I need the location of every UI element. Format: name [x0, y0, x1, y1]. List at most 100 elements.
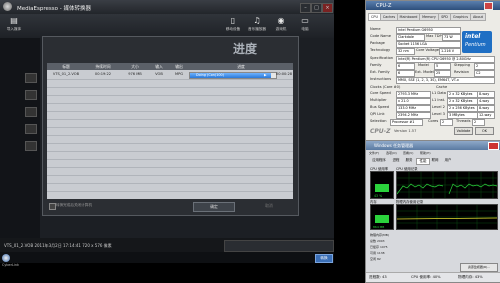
row-divider	[47, 159, 293, 160]
media-thumbnail[interactable]	[25, 124, 37, 134]
processor-select[interactable]: Processor #1	[390, 119, 423, 126]
label-package: Package	[370, 41, 385, 45]
game-console-icon: ◉	[277, 16, 285, 25]
menu-view[interactable]: 查看(V)	[403, 151, 413, 155]
close-button[interactable]: ×	[322, 3, 333, 13]
label-technology: Technology	[370, 48, 391, 52]
dialog-title: 进度	[233, 42, 258, 56]
stat-line: 可用 1138	[370, 251, 385, 255]
media-thumbnail[interactable]	[25, 107, 37, 117]
convert-button[interactable]: 转换	[315, 254, 333, 263]
label-ext-family: Ext. Family	[370, 70, 390, 74]
cell-output: MPG	[174, 72, 184, 76]
tab-processes[interactable]: 进程	[390, 158, 402, 163]
value-family: 6	[396, 63, 415, 70]
value-level-2: 2 x 256 KBytes	[447, 105, 478, 112]
memory-usage-fill	[375, 215, 389, 223]
cyberlink-logo-icon	[2, 254, 10, 262]
bottom-bar	[0, 252, 334, 263]
value-package: Socket 1156 LGA	[396, 41, 461, 48]
tab-about[interactable]: About	[470, 13, 486, 21]
task-manager-window: Windows 任务管理器 文件(F) 选项(O) 查看(V) 帮助(H) 应用…	[365, 140, 500, 283]
validate-button[interactable]: Validate	[454, 127, 473, 135]
row-divider	[47, 87, 293, 88]
intel-badge: intel Pentium	[462, 31, 492, 53]
menu-options[interactable]: 选项(O)	[386, 151, 397, 155]
value-qpi-link: 2394.2 MHz	[396, 112, 431, 119]
cpu-usage-status: CPU 使用率: 40%	[411, 275, 441, 279]
menu-help[interactable]: 帮助(H)	[420, 151, 431, 155]
label-stepping: Stepping	[454, 63, 471, 67]
value-cores: 2	[440, 119, 453, 126]
cancel-button[interactable]: 取消	[249, 202, 289, 210]
label-name: Name	[370, 27, 381, 31]
value-level-3: 3 MBytes	[447, 112, 478, 119]
stat-line: 已缓存 1075	[370, 245, 388, 249]
label-qpi-link: QPI Link	[370, 112, 385, 116]
toolbar-mobile-button[interactable]: ▯ 移动设备	[222, 16, 244, 36]
toolbar-game-console-button[interactable]: ◉ 游戏机	[270, 16, 292, 36]
toolbar-music-player-button[interactable]: ♫ 音乐播放器	[246, 16, 268, 36]
stat-line: 总数 2003	[370, 239, 385, 243]
label-instructions: Instructions	[370, 77, 392, 81]
shutdown-checkbox[interactable]	[49, 203, 56, 210]
playback-controls[interactable]	[224, 240, 334, 252]
value-core-speed: 2793.3 MHz	[396, 91, 431, 98]
stat-line: 物理内存(MB)	[370, 233, 389, 237]
media-library-panel	[0, 38, 40, 252]
row-divider	[47, 103, 293, 104]
value-ext-model: 25	[434, 70, 451, 77]
tab-caches[interactable]: Caches	[380, 13, 398, 21]
toolbar-computer-button[interactable]: ▭ 电脑	[294, 16, 316, 36]
maximize-button[interactable]: □	[311, 3, 322, 13]
resource-monitor-button[interactable]: 资源监视器(R)...	[460, 263, 498, 272]
cpuz-window: CPU-Z CPU Caches Mainboard Memory SPD Gr…	[365, 0, 500, 142]
import-icon: ▤	[10, 16, 18, 25]
media-thumbnail[interactable]	[25, 73, 37, 83]
row-divider	[47, 167, 293, 168]
window-title: MediaEspresso - 媒体转换器	[17, 6, 91, 12]
ok-button[interactable]: 确定	[193, 202, 235, 212]
title-bar: MediaEspresso - 媒体转换器 – □ ×	[0, 0, 334, 14]
label-max-tdp: Max TDP	[426, 34, 442, 38]
media-thumbnail[interactable]	[25, 141, 37, 151]
value-model: 5	[434, 63, 451, 70]
memory-status: 物理内存: 43%	[458, 275, 483, 279]
value-threads: 2	[472, 119, 485, 126]
tab-performance[interactable]: 性能	[416, 158, 430, 165]
tab-applications[interactable]: 应用程序	[369, 158, 389, 163]
toolbar-import-button[interactable]: ▤ 导入媒体	[3, 16, 25, 36]
cell-title: VTS_01_2.VOB	[52, 72, 80, 76]
value-l1-inst-way: 4-way	[477, 98, 495, 105]
tab-networking[interactable]: 联网	[429, 158, 441, 163]
value-revision: C2	[474, 70, 495, 77]
shutdown-checkbox-label: 转换完成后关闭计算机	[56, 203, 92, 207]
app-logo-icon	[3, 2, 12, 11]
progress-dialog: 进度 标题 持续时间 大小 输入 输出 进度 VTS_01_2.VOB 00:1…	[42, 36, 299, 216]
tab-mainboard[interactable]: Mainboard	[397, 13, 420, 21]
toolbar: ▤ 导入媒体 ▯ 移动设备 ♫ 音乐播放器 ◉ 游戏机 ▭ 电脑	[0, 14, 334, 38]
label-selection: Selection	[370, 119, 387, 123]
cpuz-close-button[interactable]	[484, 2, 493, 10]
label-threads: Threads	[456, 119, 471, 123]
tab-memory[interactable]: Memory	[419, 13, 439, 21]
minimize-button[interactable]: –	[300, 3, 311, 13]
cpuz-version: Version 1.57	[394, 129, 417, 133]
toolbar-label: 游戏机	[275, 27, 287, 31]
memory-history-graph	[396, 204, 498, 230]
value-technology: 32 nm	[396, 48, 415, 55]
tab-graphics[interactable]: Graphics	[450, 13, 471, 21]
value-multiplier: x 21.0	[396, 98, 431, 105]
tab-services[interactable]: 服务	[403, 158, 415, 163]
row-divider	[47, 175, 293, 176]
tab-users[interactable]: 用户	[442, 158, 454, 163]
label-multiplier: Multiplier	[370, 98, 387, 102]
menu-file[interactable]: 文件(F)	[369, 151, 379, 155]
label-cache: Cache	[436, 85, 448, 89]
conversion-progress-bar: Doing (Con(100) ▶	[189, 72, 277, 79]
cpuz-ok-button[interactable]: OK	[475, 127, 494, 135]
task-manager-close-button[interactable]	[488, 142, 499, 150]
brand-text: CyberLink	[2, 263, 19, 267]
value-code-name: Clarkdale	[396, 34, 425, 41]
media-thumbnail[interactable]	[25, 90, 37, 100]
